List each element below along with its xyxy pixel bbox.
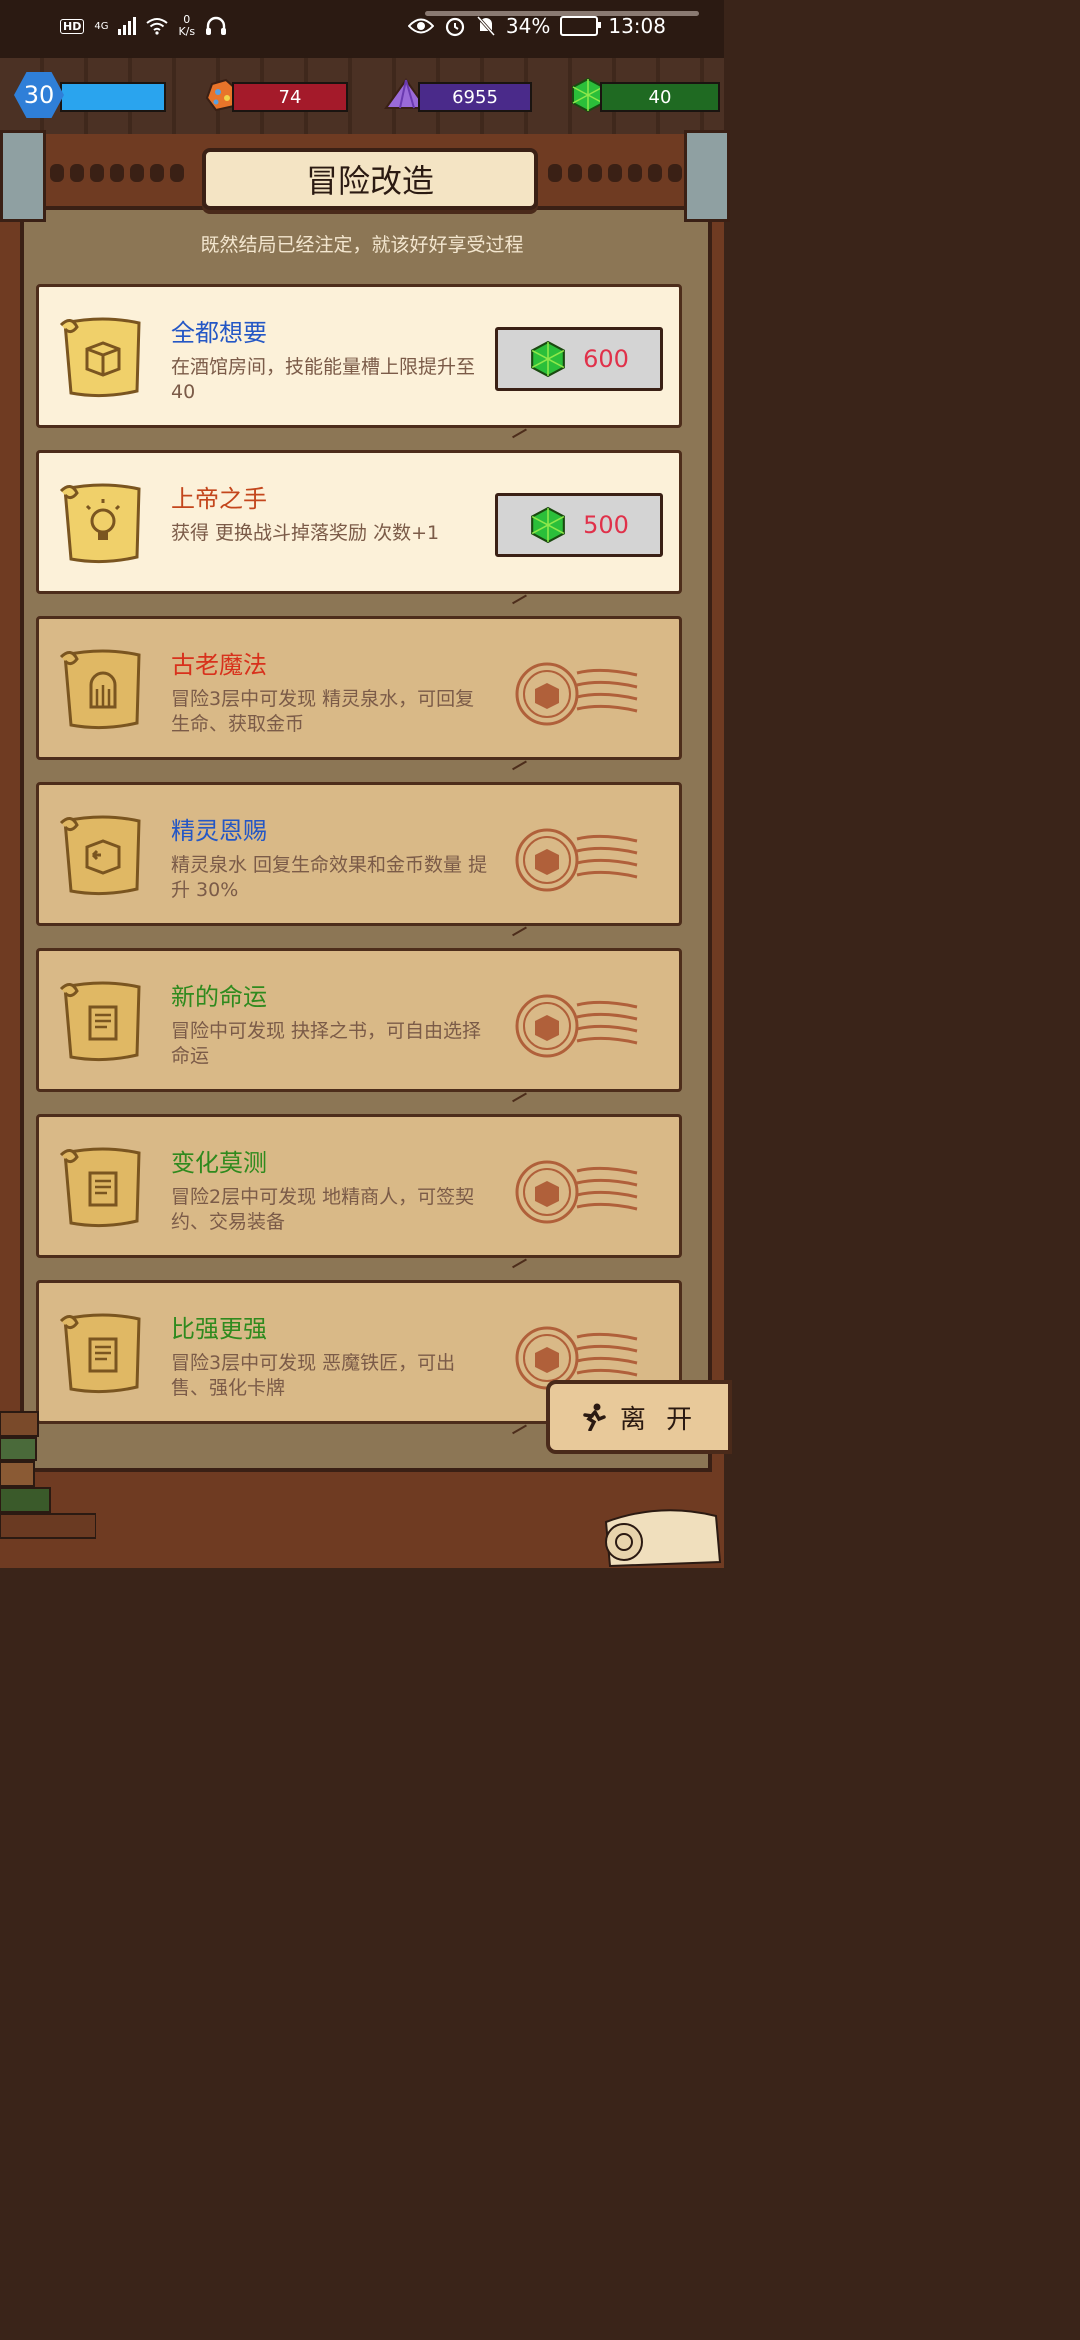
mute-bell-icon: [476, 16, 496, 36]
running-man-icon: [583, 1403, 606, 1431]
gem-icon: [531, 506, 565, 544]
page-title: 冒险改造: [202, 148, 538, 210]
upgrade-card[interactable]: 全都想要在酒馆房间，技能能量槽上限提升至40 600: [36, 284, 682, 439]
gem-value: 40: [648, 86, 672, 108]
purchased-stamp-icon: [515, 662, 638, 726]
upgrade-description: 冒险3层中可发现 恶魔铁匠，可出售、强化卡牌: [171, 1352, 456, 1399]
status-left: HD 4G 0 K/s: [60, 14, 227, 38]
alarm-icon: [445, 17, 465, 37]
upgrade-description: 精灵泉水 回复生命效果和金币数量 提升 30%: [171, 854, 488, 901]
price-value: 600: [583, 345, 629, 373]
title-decoration-right: [548, 164, 682, 182]
crystal-counter: 6955: [418, 82, 532, 112]
page-subtitle: 既然结局已经注定，就该好好享受过程: [200, 234, 524, 256]
books-decoration: [0, 1411, 96, 1539]
eye-icon: [407, 18, 434, 34]
network-speed: 0 K/s: [178, 14, 195, 38]
signal-icon: [118, 17, 137, 35]
upgrade-title: 新的命运: [171, 983, 267, 1011]
upgrade-title: 比强更强: [171, 1315, 267, 1343]
exit-button[interactable]: 离 开: [546, 1380, 732, 1454]
book-scroll-icon: [59, 1147, 141, 1228]
speed-unit: K/s: [178, 25, 196, 38]
corner-ornament-right: [684, 130, 730, 222]
status-right: 34% 13:08: [407, 14, 666, 38]
title-decoration-left: [50, 164, 184, 182]
upgrade-description: 在酒馆房间，技能能量槽上限提升至40: [171, 356, 476, 403]
headphones-icon: [206, 16, 227, 35]
upgrade-title: 全都想要: [171, 319, 267, 347]
wifi-icon: [146, 18, 169, 35]
level-value: 30: [23, 81, 55, 109]
buy-button[interactable]: 500: [495, 493, 663, 557]
battery-percent: 34%: [505, 14, 551, 38]
upgrade-card[interactable]: 上帝之手获得 更换战斗掉落奖励 次数+1 500: [36, 450, 682, 605]
upgrade-description: 冒险中可发现 抉择之书，可自由选择命运: [171, 1020, 482, 1067]
upgrade-card[interactable]: 古老魔法冒险3层中可发现 精灵泉水，可回复生命、获取金币: [36, 616, 682, 771]
dice-scroll-icon: [59, 317, 141, 398]
upgrade-title: 上帝之手: [171, 485, 267, 513]
ore-counter: 74: [232, 82, 348, 112]
battery-icon: [560, 16, 602, 36]
book-scroll-icon: [59, 981, 141, 1062]
upgrade-description: 冒险3层中可发现 精灵泉水，可回复生命、获取金币: [171, 688, 475, 735]
gem-counter: 40: [600, 82, 720, 112]
upgrade-title: 变化莫测: [171, 1149, 267, 1177]
upgrade-card[interactable]: 变化莫测冒险2层中可发现 地精商人，可签契约、交易装备: [36, 1114, 682, 1269]
upgrade-title: 精灵恩赐: [171, 817, 267, 845]
crystal-value: 6955: [452, 86, 498, 108]
dice-scroll-icon: [59, 815, 141, 896]
upgrade-card[interactable]: 新的命运冒险中可发现 抉择之书，可自由选择命运: [36, 948, 682, 1103]
buy-button[interactable]: 600: [495, 327, 663, 391]
gem-icon: [531, 340, 565, 378]
purchased-stamp-icon: [515, 1160, 638, 1224]
upgrade-description: 冒险2层中可发现 地精商人，可签契约、交易装备: [171, 1186, 475, 1233]
ore-value: 74: [278, 86, 302, 108]
purchased-stamp-icon: [515, 994, 638, 1058]
level-progress-bar: [60, 82, 166, 112]
status-bar: HD 4G 0 K/s 34% 13:08: [0, 0, 724, 58]
page-title-text: 冒险改造: [305, 162, 434, 200]
corner-ornament-left: [0, 130, 46, 222]
lightbulb-scroll-icon: [59, 483, 141, 564]
hd-badge: HD: [60, 18, 85, 34]
exit-label: 离 开: [619, 1404, 699, 1435]
clock: 13:08: [608, 14, 666, 38]
upgrade-card[interactable]: 精灵恩赐精灵泉水 回复生命效果和金币数量 提升 30%: [36, 782, 682, 937]
book-scroll-icon: [59, 1313, 141, 1394]
upgrade-description: 获得 更换战斗掉落奖励 次数+1: [171, 522, 440, 544]
purchased-stamp-icon: [515, 828, 638, 892]
price-value: 500: [583, 511, 629, 539]
net-type: 4G: [94, 20, 109, 32]
scroll-decoration: [604, 1509, 722, 1568]
gate-scroll-icon: [59, 649, 141, 730]
upgrade-title: 古老魔法: [171, 651, 267, 679]
